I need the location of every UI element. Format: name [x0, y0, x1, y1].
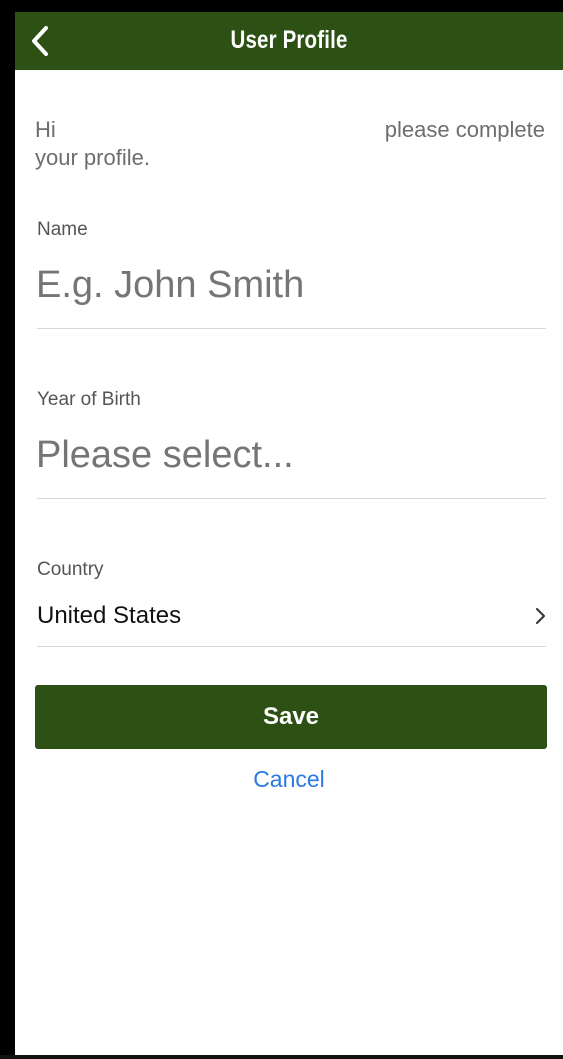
back-button[interactable] — [15, 12, 65, 70]
cancel-button[interactable]: Cancel — [15, 766, 563, 793]
save-button[interactable]: Save — [35, 685, 547, 749]
name-input[interactable] — [36, 264, 546, 307]
name-divider — [37, 328, 546, 329]
greeting-text: Hi please complete your profile. — [35, 116, 545, 172]
name-label: Name — [37, 219, 88, 240]
greeting-prompt: please complete — [384, 117, 545, 142]
greeting-prompt-continued: your profile. — [35, 145, 150, 170]
country-value: United States — [37, 602, 182, 629]
year-of-birth-picker[interactable] — [36, 434, 546, 477]
screen: User Profile Hi please complete your pro… — [15, 12, 563, 1055]
year-of-birth-divider — [37, 498, 546, 499]
year-of-birth-label: Year of Birth — [37, 389, 141, 410]
country-divider — [37, 646, 546, 647]
country-selector[interactable]: United States — [37, 596, 546, 636]
chevron-left-icon — [32, 26, 48, 56]
navigation-bar: User Profile — [15, 12, 563, 70]
device-bezel — [0, 1055, 563, 1059]
chevron-right-icon — [536, 608, 545, 624]
country-label: Country — [37, 559, 104, 580]
greeting-hi: Hi — [35, 117, 56, 142]
page-title: User Profile — [230, 26, 348, 54]
